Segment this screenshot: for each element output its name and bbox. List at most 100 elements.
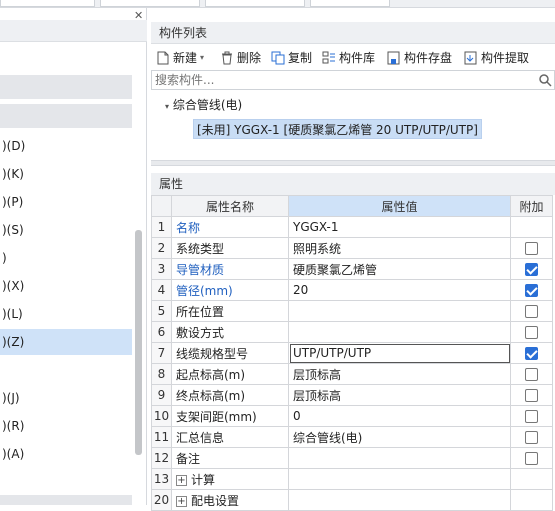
extra-cell bbox=[510, 384, 553, 406]
property-name: 终点标高(m) bbox=[171, 384, 289, 406]
property-row[interactable]: 2 系统类型 照明系统 bbox=[151, 237, 553, 259]
property-row[interactable]: 9 终点标高(m) 层顶标高 bbox=[151, 384, 553, 406]
top-tab-strip bbox=[0, 0, 555, 8]
list-item[interactable]: )(Z) bbox=[0, 329, 132, 355]
property-row[interactable]: 13 + 计算 bbox=[151, 468, 553, 490]
list-item[interactable]: )(S) bbox=[0, 217, 132, 243]
properties-table: 属性名称 属性值 附加 1 名称 YGGX-1 2 系统类型 照明系统 3 导管材质 硬质聚氯乙… bbox=[151, 195, 553, 511]
search-box[interactable] bbox=[151, 70, 555, 90]
extra-checkbox[interactable] bbox=[525, 263, 538, 276]
extract-component-button[interactable]: 构件提取 bbox=[464, 49, 529, 67]
property-value[interactable]: 层顶标高 bbox=[288, 363, 511, 385]
left-panel-header bbox=[0, 20, 147, 42]
property-row[interactable]: 5 所在位置 bbox=[151, 300, 553, 322]
row-number: 11 bbox=[151, 426, 172, 448]
group-bar[interactable] bbox=[0, 495, 132, 505]
row-number: 7 bbox=[151, 342, 172, 364]
extra-cell bbox=[510, 258, 553, 280]
property-row[interactable]: 8 起点标高(m) 层顶标高 bbox=[151, 363, 553, 385]
tree-group-label: 综合管线(电) bbox=[172, 98, 243, 112]
top-tab[interactable] bbox=[100, 0, 200, 7]
property-value[interactable] bbox=[288, 489, 511, 511]
extra-cell bbox=[510, 405, 553, 427]
property-value[interactable]: YGGX-1 bbox=[288, 216, 511, 238]
row-number: 4 bbox=[151, 279, 172, 301]
property-value[interactable]: 20 bbox=[288, 279, 511, 301]
panel-splitter[interactable] bbox=[151, 160, 555, 166]
trash-icon bbox=[222, 51, 232, 65]
delete-button[interactable]: 删除 bbox=[220, 49, 261, 67]
property-value[interactable]: 综合管线(电) bbox=[288, 426, 511, 448]
row-number: 12 bbox=[151, 447, 172, 469]
list-item[interactable]: )(A) bbox=[0, 441, 132, 467]
property-row[interactable]: 6 敷设方式 bbox=[151, 321, 553, 343]
row-number: 1 bbox=[151, 216, 172, 238]
extra-checkbox[interactable] bbox=[525, 347, 538, 360]
property-value[interactable]: 照明系统 bbox=[288, 237, 511, 259]
extra-checkbox[interactable] bbox=[525, 368, 538, 381]
property-row[interactable]: 12 备注 bbox=[151, 447, 553, 469]
chevron-down-icon[interactable]: ▾ bbox=[200, 49, 204, 67]
extra-checkbox[interactable] bbox=[525, 242, 538, 255]
property-value[interactable] bbox=[288, 447, 511, 469]
list-item[interactable]: ) bbox=[0, 245, 132, 271]
property-value[interactable]: 层顶标高 bbox=[288, 384, 511, 406]
extra-checkbox[interactable] bbox=[525, 452, 538, 465]
extra-checkbox[interactable] bbox=[525, 326, 538, 339]
tree-item-selected[interactable]: [未用] YGGX-1 [硬质聚氯乙烯管 20 UTP/UTP/UTP] bbox=[193, 119, 482, 139]
extra-cell bbox=[510, 216, 553, 238]
extra-cell bbox=[510, 426, 553, 448]
extra-checkbox[interactable] bbox=[525, 389, 538, 402]
property-row[interactable]: 7 线缆规格型号 UTP/UTP/UTP bbox=[151, 342, 553, 364]
search-icon[interactable] bbox=[538, 73, 552, 87]
list-item[interactable]: )(R) bbox=[0, 413, 132, 439]
property-row[interactable]: 4 管径(mm) 20 bbox=[151, 279, 553, 301]
save-component-button[interactable]: 构件存盘 bbox=[387, 49, 452, 67]
property-value[interactable] bbox=[288, 300, 511, 322]
list-item[interactable]: )(K) bbox=[0, 161, 132, 187]
group-bar[interactable] bbox=[0, 104, 132, 128]
extra-cell bbox=[510, 321, 553, 343]
row-number: 10 bbox=[151, 405, 172, 427]
top-tab[interactable] bbox=[0, 0, 95, 7]
component-panel: 构件列表 新建 ▾ 删除 复制 构件库 构件存盘 构件提取 搜索构件... ▾ … bbox=[151, 8, 555, 511]
library-button[interactable]: 构件库 bbox=[322, 49, 375, 67]
new-button[interactable]: 新建 ▾ bbox=[156, 49, 204, 67]
copy-button[interactable]: 复制 bbox=[271, 49, 312, 67]
extra-checkbox[interactable] bbox=[525, 305, 538, 318]
property-row[interactable]: 10 支架间距(mm) 0 bbox=[151, 405, 553, 427]
property-row[interactable]: 1 名称 YGGX-1 bbox=[151, 216, 553, 238]
list-item[interactable]: )(X) bbox=[0, 273, 132, 299]
top-tab[interactable] bbox=[205, 0, 305, 7]
property-value[interactable]: 硬质聚氯乙烯管 bbox=[288, 258, 511, 280]
property-name: 导管材质 bbox=[171, 258, 289, 280]
list-item[interactable]: )(P) bbox=[0, 189, 132, 215]
property-name: 名称 bbox=[171, 216, 289, 238]
row-number: 8 bbox=[151, 363, 172, 385]
property-row[interactable]: 20 + 配电设置 bbox=[151, 489, 553, 511]
group-bar[interactable] bbox=[0, 75, 132, 99]
list-item[interactable]: )(J) bbox=[0, 385, 132, 411]
new-icon bbox=[157, 51, 169, 65]
expand-icon[interactable]: + bbox=[176, 474, 187, 486]
extra-checkbox[interactable] bbox=[525, 410, 538, 423]
property-name: + 计算 bbox=[171, 468, 289, 490]
property-value[interactable] bbox=[288, 468, 511, 490]
top-tab[interactable] bbox=[310, 0, 390, 7]
property-group-label: 计算 bbox=[191, 472, 216, 487]
property-value[interactable]: UTP/UTP/UTP bbox=[288, 342, 511, 364]
property-value[interactable] bbox=[288, 321, 511, 343]
property-name: 起点标高(m) bbox=[171, 363, 289, 385]
tree-group-node[interactable]: ▾ 综合管线(电) bbox=[165, 96, 242, 113]
property-value[interactable]: 0 bbox=[288, 405, 511, 427]
property-row[interactable]: 11 汇总信息 综合管线(电) bbox=[151, 426, 553, 448]
list-item[interactable]: )(L) bbox=[0, 301, 132, 327]
extra-checkbox[interactable] bbox=[525, 431, 538, 444]
search-input[interactable] bbox=[152, 71, 542, 89]
caret-down-icon[interactable]: ▾ bbox=[165, 102, 169, 111]
scrollbar-thumb[interactable] bbox=[135, 230, 142, 455]
property-row[interactable]: 3 导管材质 硬质聚氯乙烯管 bbox=[151, 258, 553, 280]
extra-cell bbox=[510, 468, 553, 490]
list-item[interactable]: )(D) bbox=[0, 133, 132, 159]
extra-checkbox[interactable] bbox=[525, 284, 538, 297]
